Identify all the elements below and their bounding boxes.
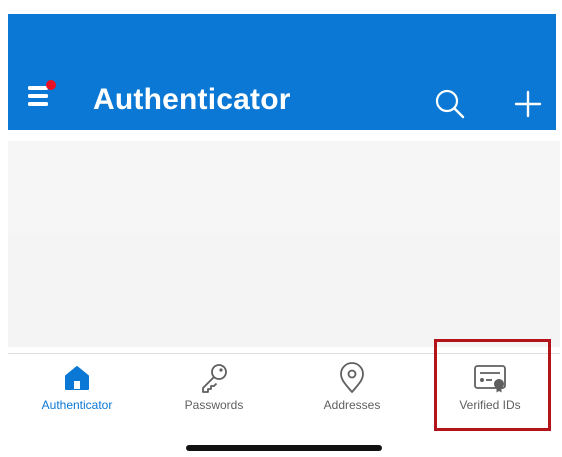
search-icon[interactable]	[432, 86, 468, 122]
tab-addresses[interactable]: Addresses	[297, 358, 407, 420]
tab-label: Addresses	[323, 398, 381, 412]
tab-authenticator[interactable]: Authenticator	[22, 358, 132, 420]
hamburger-menu-icon[interactable]	[26, 76, 60, 112]
tab-passwords[interactable]: Passwords	[159, 358, 269, 420]
content-area	[8, 141, 560, 235]
location-pin-icon	[340, 362, 364, 393]
key-icon	[202, 364, 227, 393]
page-title: Authenticator	[93, 83, 291, 116]
plus-icon[interactable]	[510, 86, 546, 122]
notification-dot	[46, 80, 56, 90]
home-icon	[65, 366, 89, 390]
highlight-box	[434, 339, 551, 431]
tab-label: Authenticator	[41, 398, 113, 412]
content-area-lower	[8, 235, 560, 347]
tab-label: Passwords	[184, 398, 244, 412]
home-indicator[interactable]	[186, 445, 382, 451]
